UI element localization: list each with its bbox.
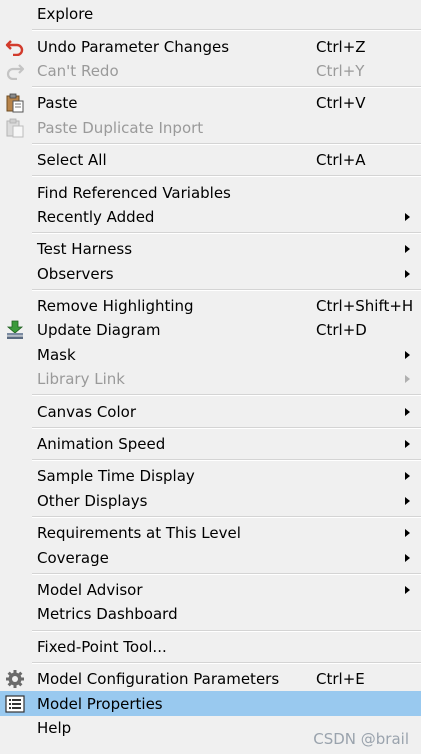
shortcut-text: Ctrl+D <box>316 321 367 340</box>
context-menu: Explore Undo Parameter Changes Ctrl+Z Ca… <box>0 0 421 754</box>
menu-item-sample-time-display[interactable]: Sample Time Display <box>0 464 421 488</box>
redo-icon <box>4 60 26 82</box>
shortcut-text: Ctrl+E <box>316 670 365 689</box>
update-diagram-icon <box>4 319 26 341</box>
submenu-arrow-icon <box>405 472 410 481</box>
menu-separator <box>32 86 421 89</box>
menu-item-label: Recently Added <box>37 207 155 226</box>
menu-item-select-all[interactable]: Select All Ctrl+A <box>0 148 421 172</box>
submenu-arrow-icon <box>405 553 410 562</box>
menu-item-label: Other Displays <box>37 491 148 510</box>
menu-item-label: Model Advisor <box>37 581 143 599</box>
shortcut-text: Ctrl+Y <box>316 61 365 80</box>
menu-item-label: Find Referenced Variables <box>37 183 231 202</box>
menu-separator <box>32 142 421 145</box>
menu-item-label: Requirements at This Level <box>37 524 241 543</box>
submenu-arrow-icon <box>405 586 410 594</box>
menu-item-label: Paste Duplicate Inport <box>37 118 204 137</box>
menu-item-find-referenced-variables[interactable]: Find Referenced Variables <box>0 180 421 204</box>
menu-separator <box>32 232 421 235</box>
menu-item-label: Model Configuration Parameters <box>37 670 280 689</box>
menu-item-label: Can't Redo <box>37 61 119 80</box>
menu-item-label: Explore <box>37 5 94 24</box>
menu-item-remove-highlighting[interactable]: Remove Highlighting Ctrl+Shift+H <box>0 294 421 318</box>
shortcut-text: Ctrl+Z <box>316 37 366 56</box>
menu-item-mask[interactable]: Mask <box>0 343 421 367</box>
submenu-arrow-icon <box>405 269 410 278</box>
menu-item-fixed-point-tool[interactable]: Fixed-Point Tool... <box>0 635 421 659</box>
menu-item-observers[interactable]: Observers <box>0 262 421 286</box>
menu-separator <box>32 175 421 178</box>
menu-item-label: Fixed-Point Tool... <box>37 637 167 656</box>
menu-item-label: Paste <box>37 94 78 113</box>
submenu-arrow-icon <box>405 496 410 505</box>
submenu-arrow-icon <box>405 375 410 384</box>
menu-item-metrics-dashboard[interactable]: Metrics Dashboard <box>0 602 421 626</box>
menu-item-paste-duplicate-inport: Paste Duplicate Inport <box>0 116 421 140</box>
submenu-arrow-icon <box>405 350 410 359</box>
gear-icon <box>4 668 26 690</box>
menu-item-label: Animation Speed <box>37 435 166 454</box>
menu-item-label: Select All <box>37 151 107 170</box>
menu-item-label: Test Harness <box>37 240 133 259</box>
menu-item-update-diagram[interactable]: Update Diagram Ctrl+D <box>0 318 421 342</box>
paste-icon <box>4 92 26 114</box>
menu-item-label: Mask <box>37 345 76 364</box>
menu-item-paste[interactable]: Paste Ctrl+V <box>0 91 421 115</box>
menu-separator <box>32 516 421 519</box>
menu-item-redo: Can't Redo Ctrl+Y <box>0 59 421 83</box>
menu-item-label: Metrics Dashboard <box>37 605 178 624</box>
menu-item-coverage[interactable]: Coverage <box>0 545 421 569</box>
menu-item-label: Library Link <box>37 370 125 389</box>
menu-separator <box>32 572 421 575</box>
menu-item-explore[interactable]: Explore <box>0 2 421 26</box>
menu-item-test-harness[interactable]: Test Harness <box>0 237 421 261</box>
menu-item-label: Remove Highlighting <box>37 297 194 316</box>
menu-item-label: Observers <box>37 264 114 283</box>
menu-item-label: Help <box>37 718 72 737</box>
menu-item-requirements[interactable]: Requirements at This Level <box>0 521 421 545</box>
menu-item-model-configuration-parameters[interactable]: Model Configuration Parameters Ctrl+E <box>0 667 421 691</box>
submenu-arrow-icon <box>405 407 410 416</box>
menu-item-model-advisor[interactable]: Model Advisor <box>0 578 421 602</box>
menu-separator <box>32 288 421 291</box>
properties-list-icon <box>4 693 26 715</box>
menu-separator <box>32 394 421 397</box>
menu-item-other-displays[interactable]: Other Displays <box>0 489 421 513</box>
menu-separator <box>32 459 421 462</box>
shortcut-text: Ctrl+V <box>316 94 366 113</box>
submenu-arrow-icon <box>405 529 410 538</box>
menu-item-recently-added[interactable]: Recently Added <box>0 205 421 229</box>
shortcut-text: Ctrl+Shift+H <box>316 297 414 316</box>
menu-item-label: Sample Time Display <box>37 467 195 486</box>
menu-item-library-link: Library Link <box>0 367 421 391</box>
submenu-arrow-icon <box>405 440 410 449</box>
watermark: CSDN @brail <box>313 730 409 748</box>
menu-separator <box>32 661 421 664</box>
menu-separator <box>32 426 421 429</box>
shortcut-text: Ctrl+A <box>316 151 366 170</box>
submenu-arrow-icon <box>405 245 410 254</box>
menu-item-label: Update Diagram <box>37 321 161 340</box>
menu-separator <box>32 629 421 632</box>
menu-item-label: Coverage <box>37 548 109 567</box>
menu-item-label: Canvas Color <box>37 402 136 421</box>
submenu-arrow-icon <box>405 212 410 221</box>
menu-separator <box>32 29 421 32</box>
menu-item-label: Undo Parameter Changes <box>37 37 230 56</box>
undo-icon <box>4 36 26 58</box>
menu-item-label: Model Properties <box>37 694 163 713</box>
paste-duplicate-icon <box>4 117 26 139</box>
menu-item-canvas-color[interactable]: Canvas Color <box>0 399 421 423</box>
menu-item-undo[interactable]: Undo Parameter Changes Ctrl+Z <box>0 34 421 58</box>
menu-item-model-properties[interactable]: Model Properties <box>0 691 421 716</box>
menu-item-animation-speed[interactable]: Animation Speed <box>0 432 421 456</box>
